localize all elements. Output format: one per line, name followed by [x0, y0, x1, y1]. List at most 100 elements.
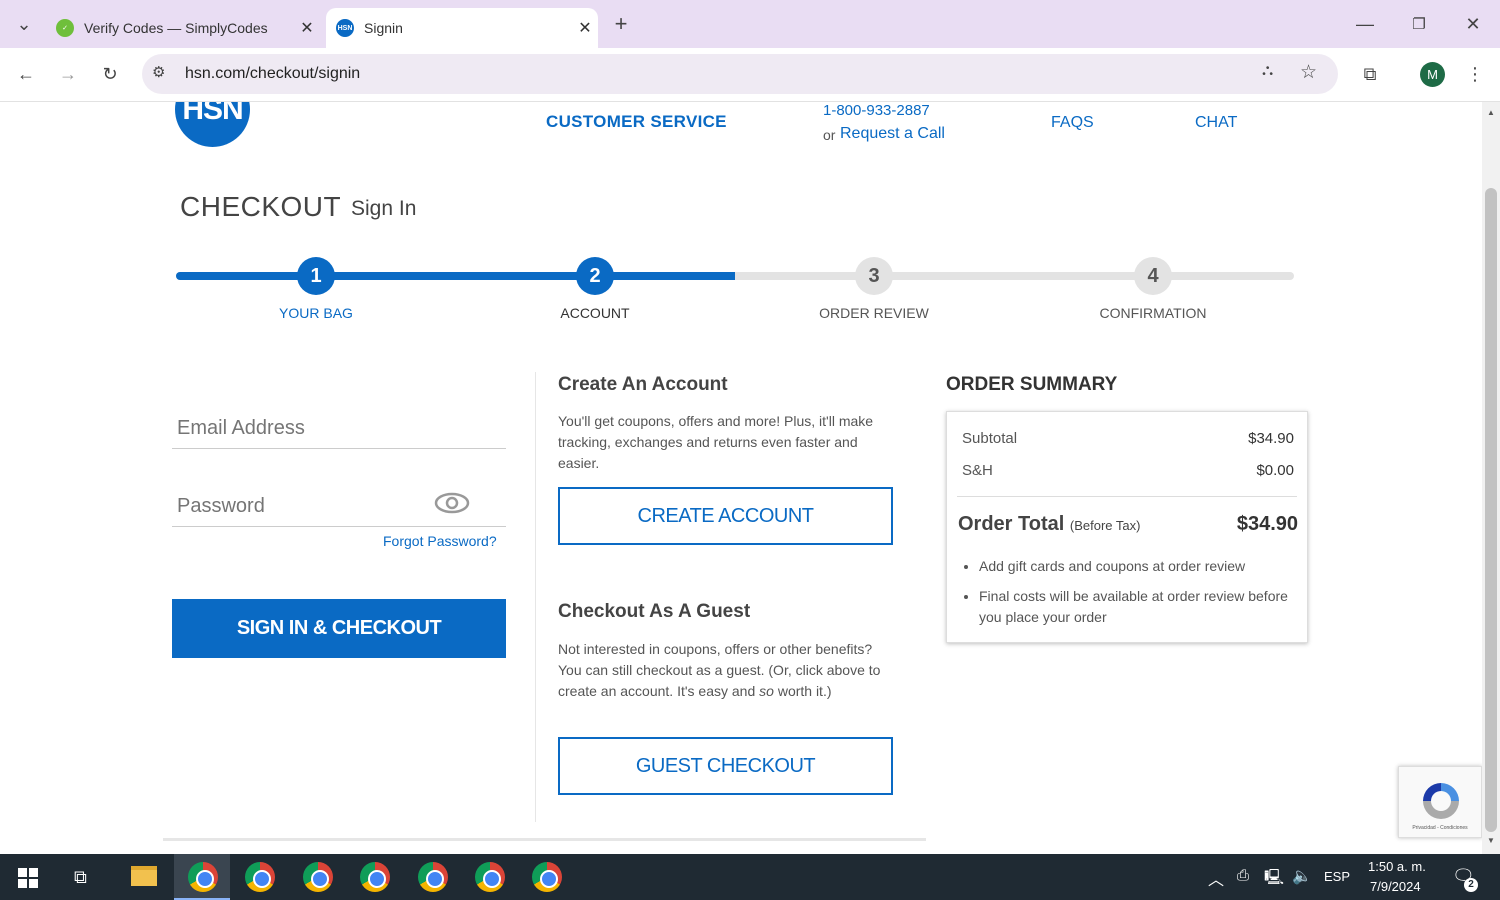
step-2-label: ACCOUNT — [560, 305, 630, 321]
menu-kebab-icon[interactable]: ⋮ — [1458, 57, 1492, 91]
before-tax-note: (Before Tax) — [1069, 518, 1141, 533]
chrome-profile-g-icon[interactable] — [360, 862, 390, 892]
recaptcha-footer[interactable]: Privacidad - Condiciones — [1399, 825, 1481, 831]
sign-in-checkout-button[interactable]: SIGN IN & CHECKOUT — [172, 599, 506, 658]
summary-notes: Add gift cards and coupons at order revi… — [979, 556, 1301, 628]
chrome-profile-a-icon[interactable] — [303, 862, 333, 892]
hsn-logo[interactable]: HSN — [175, 102, 250, 147]
subtotal-label: Subtotal — [962, 430, 1018, 447]
tab-signin[interactable]: HSN Signin ✕ — [326, 8, 598, 48]
vertical-divider — [535, 372, 536, 822]
clock-date[interactable]: 7/9/2024 — [1370, 879, 1421, 894]
guest-desc-text-end: worth it.) — [773, 683, 832, 699]
bookmark-star-icon[interactable]: ☆ — [1300, 61, 1317, 84]
phone-number-link[interactable]: 1-800-933-2887 — [823, 102, 930, 119]
guest-checkout-title: Checkout As A Guest — [558, 601, 751, 622]
order-total-label: Order Total (Before Tax) — [958, 513, 1140, 536]
chrome-profile-d-icon[interactable] — [418, 862, 448, 892]
chrome-profile-a2-icon[interactable] — [475, 862, 505, 892]
profile-avatar[interactable]: M — [1420, 62, 1445, 87]
scroll-thumb[interactable] — [1485, 188, 1497, 832]
subtotal-value: $34.90 — [1248, 430, 1294, 447]
back-arrow-icon[interactable]: ← — [9, 57, 43, 91]
order-total-value: $34.90 — [1236, 513, 1298, 535]
chrome-icon[interactable] — [532, 862, 562, 892]
email-underline — [172, 448, 506, 449]
tab-search-chevron-icon[interactable]: ⌄ — [7, 7, 41, 41]
hsn-favicon-icon: HSN — [336, 19, 354, 37]
bottom-rule — [163, 838, 926, 841]
guest-checkout-button[interactable]: GUEST CHECKOUT — [558, 737, 893, 795]
page-subtitle: Sign In — [351, 197, 417, 220]
create-account-title: Create An Account — [558, 374, 728, 395]
create-account-button[interactable]: CREATE ACCOUNT — [558, 487, 893, 545]
forgot-password-link[interactable]: Forgot Password? — [383, 533, 497, 549]
meet-now-icon[interactable]: ⎙ — [1237, 867, 1249, 884]
step-1-circle: 1 — [297, 257, 335, 295]
page-content: HSN CUSTOMER SERVICE 1-800-933-2887 or R… — [0, 102, 1482, 854]
new-tab-plus-icon[interactable]: + — [604, 7, 638, 41]
show-password-eye-icon[interactable] — [434, 492, 470, 514]
customer-service-link[interactable]: CUSTOMER SERVICE — [546, 112, 727, 132]
create-account-description: You'll get coupons, offers and more! Plu… — [558, 413, 874, 471]
windows-start-icon[interactable] — [18, 868, 38, 888]
step-4-label: CONFIRMATION — [1099, 305, 1207, 321]
extensions-puzzle-icon[interactable]: ⧉ — [1353, 57, 1387, 91]
step-3-circle: 3 — [855, 257, 893, 295]
summary-note: Final costs will be available at order r… — [979, 586, 1301, 628]
minimize-icon[interactable]: — — [1348, 7, 1382, 41]
step-3-label: ORDER REVIEW — [819, 305, 929, 321]
address-bar[interactable]: ⚙ hsn.com/checkout/signin ⛬ ☆ — [142, 54, 1338, 94]
email-input[interactable] — [172, 408, 506, 448]
language-indicator[interactable]: ESP — [1324, 869, 1350, 884]
step-4-circle: 4 — [1134, 257, 1172, 295]
volume-icon[interactable]: 🔈 — [1292, 866, 1312, 886]
guest-desc-text: Not interested in coupons, offers or oth… — [558, 641, 881, 699]
forward-arrow-icon[interactable]: → — [51, 57, 85, 91]
guest-desc-emphasis: so — [759, 683, 774, 699]
tab-verify-codes[interactable]: ✓ Verify Codes — SimplyCodes ✕ — [46, 8, 320, 48]
windows-taskbar: ⧉ ︿ ⎙ 🖳 🔈 ESP 1:50 a. m. 7/9/2024 🗨 2 — [0, 854, 1500, 900]
restore-icon[interactable]: ❐ — [1402, 7, 1436, 41]
notification-count-badge: 2 — [1464, 878, 1478, 892]
faqs-link[interactable]: FAQS — [1051, 114, 1094, 132]
sh-value: $0.00 — [1256, 462, 1294, 479]
order-summary-card: Subtotal $34.90 S&H $0.00 Order Total (B… — [946, 411, 1308, 643]
tab-bar: ⌄ ✓ Verify Codes — SimplyCodes ✕ HSN Sig… — [0, 0, 1500, 48]
password-underline — [172, 526, 506, 527]
task-view-icon[interactable]: ⧉ — [74, 867, 87, 888]
summary-divider — [957, 496, 1297, 497]
or-text: or — [823, 127, 836, 143]
recaptcha-badge[interactable]: Privacidad - Condiciones — [1398, 766, 1482, 838]
close-tab-icon[interactable]: ✕ — [572, 18, 598, 38]
page-title: CHECKOUT — [180, 191, 342, 222]
simplycodes-favicon-icon: ✓ — [56, 19, 74, 37]
close-tab-icon[interactable]: ✕ — [294, 18, 320, 38]
network-icon[interactable]: 🖳 — [1264, 867, 1284, 892]
chat-link[interactable]: CHAT — [1195, 114, 1237, 132]
close-window-icon[interactable]: ✕ — [1456, 7, 1490, 41]
tab-title: Verify Codes — SimplyCodes — [84, 20, 268, 36]
reload-icon[interactable]: ↻ — [93, 57, 127, 91]
step-1-label[interactable]: YOUR BAG — [216, 305, 416, 321]
vertical-scrollbar[interactable]: ▲ ▼ — [1482, 102, 1500, 854]
clock-time[interactable]: 1:50 a. m. — [1368, 859, 1426, 874]
guest-checkout-description: Not interested in coupons, offers or oth… — [558, 639, 888, 702]
recaptcha-logo-icon — [1419, 779, 1463, 823]
order-summary-title: ORDER SUMMARY — [946, 374, 1118, 395]
progress-fill — [176, 272, 735, 280]
scroll-down-arrow-icon[interactable]: ▼ — [1487, 836, 1495, 845]
chrome-profile-m-icon[interactable] — [188, 862, 218, 892]
password-input[interactable] — [172, 486, 432, 526]
site-settings-icon[interactable]: ⚙ — [152, 63, 165, 81]
file-explorer-icon[interactable] — [131, 866, 157, 886]
sh-label: S&H — [962, 462, 993, 479]
request-call-link[interactable]: Request a Call — [840, 125, 945, 143]
order-total-text: Order Total — [958, 513, 1065, 535]
show-hidden-icons-chevron-icon[interactable]: ︿ — [1208, 866, 1224, 890]
scroll-up-arrow-icon[interactable]: ▲ — [1487, 108, 1495, 117]
translate-icon[interactable]: ⛬ — [1262, 62, 1273, 80]
step-2-circle: 2 — [576, 257, 614, 295]
chrome-profile-e-icon[interactable] — [245, 862, 275, 892]
summary-note: Add gift cards and coupons at order revi… — [979, 556, 1301, 577]
